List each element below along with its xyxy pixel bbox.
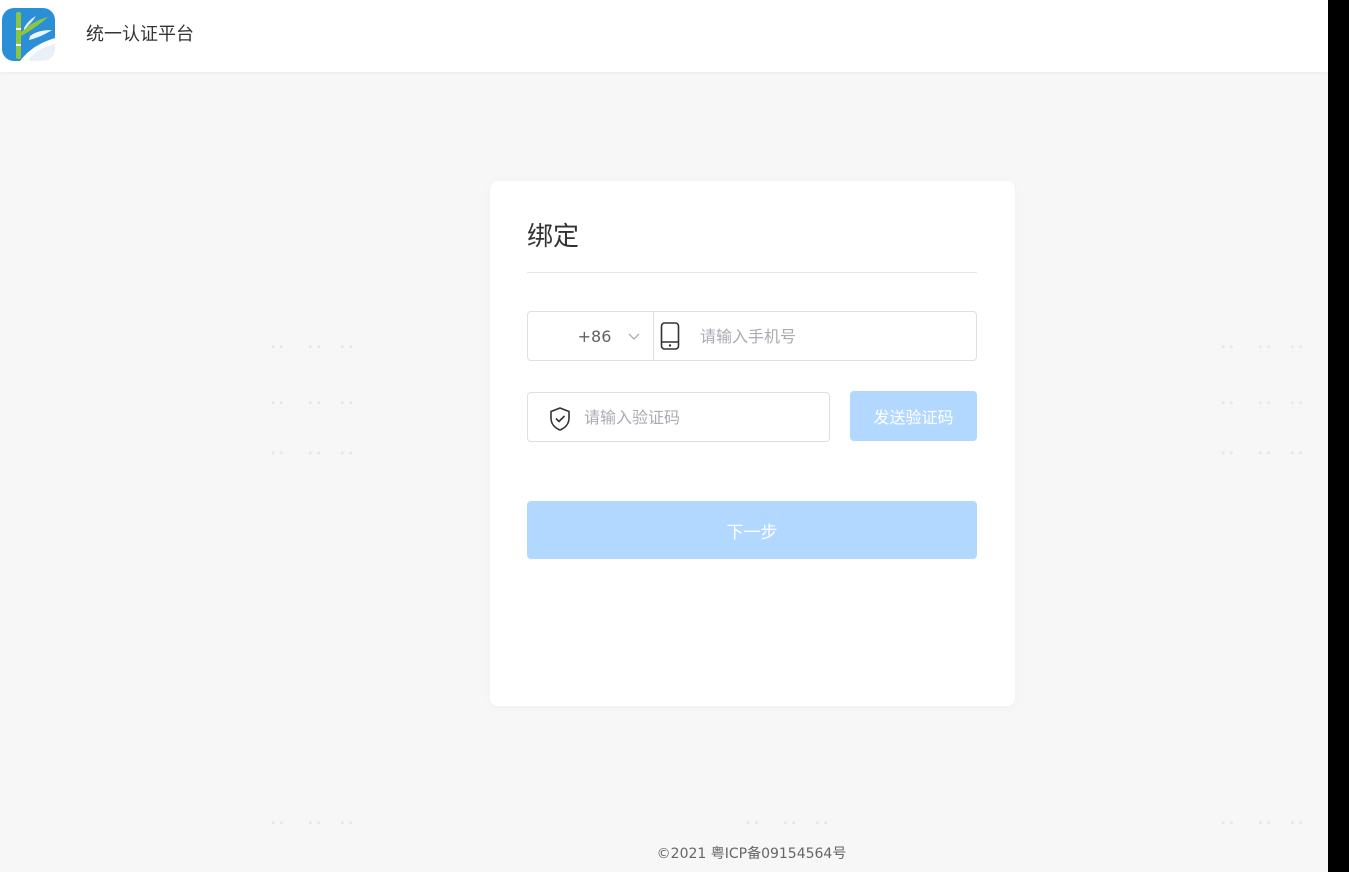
mobile-phone-icon — [660, 322, 680, 354]
decorative-dots: ∙∙ ∙∙ ∙∙ — [270, 342, 356, 353]
verification-code-input[interactable] — [584, 393, 821, 441]
phone-field-group: +86 — [527, 311, 977, 361]
decorative-dots: ∙∙ ∙∙ ∙∙ — [1220, 342, 1306, 353]
decorative-dots: ∙∙ ∙∙ ∙∙ — [270, 448, 356, 459]
decorative-dots: ∙∙ ∙∙ ∙∙ — [1220, 398, 1306, 409]
decorative-dots: ∙∙ ∙∙ ∙∙ — [1220, 448, 1306, 459]
bind-card: 绑定 +86 请输入手机号 请输入验证码 发送验证码 下一步 — [490, 181, 1015, 706]
decorative-dots: ∙∙ ∙∙ ∙∙ — [270, 818, 356, 829]
shield-check-icon — [548, 406, 572, 436]
bamboo-logo-icon[interactable] — [2, 8, 55, 61]
platform-title: 统一认证平台 — [86, 24, 194, 45]
verification-code-field — [527, 392, 830, 442]
send-code-button[interactable]: 发送验证码 — [850, 391, 977, 441]
country-code-value: +86 — [577, 326, 612, 346]
decorative-dots: ∙∙ ∙∙ ∙∙ — [745, 818, 831, 829]
next-step-button[interactable]: 下一步 — [527, 501, 977, 559]
decorative-dots: ∙∙ ∙∙ ∙∙ — [270, 398, 356, 409]
divider — [527, 272, 977, 273]
footer-copyright: ©2021 粤ICP备09154564号 — [656, 846, 847, 862]
chevron-down-icon — [627, 328, 641, 347]
phone-input[interactable] — [700, 312, 976, 360]
phone-input-wrap — [654, 312, 976, 360]
decorative-dots: ∙∙ ∙∙ ∙∙ — [1220, 818, 1306, 829]
top-header: 统一认证平台 — [0, 0, 1328, 72]
card-title: 绑定 — [527, 222, 580, 252]
country-code-select[interactable]: +86 — [528, 312, 654, 360]
page: ∙∙ ∙∙ ∙∙ ∙∙ ∙∙ ∙∙ ∙∙ ∙∙ ∙∙ ∙∙ ∙∙ ∙∙ ∙∙ ∙… — [0, 0, 1328, 872]
